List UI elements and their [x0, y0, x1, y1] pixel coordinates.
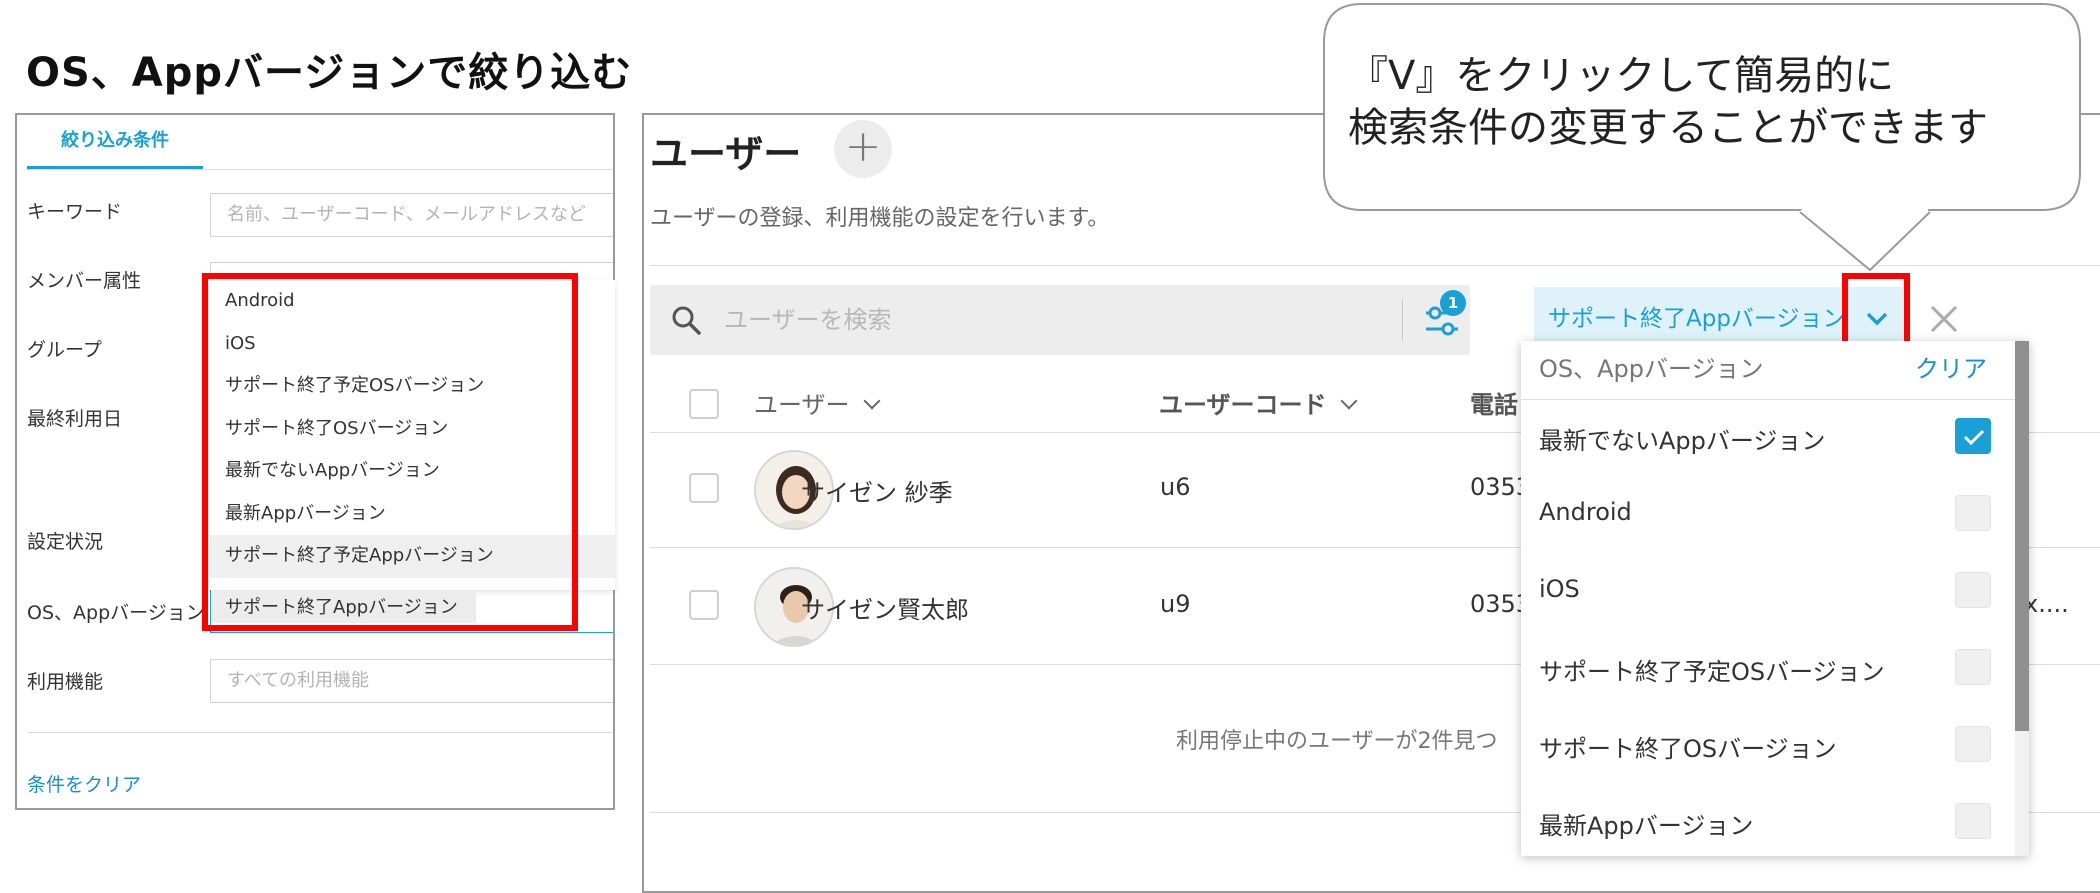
checkbox[interactable]	[1955, 649, 1991, 685]
add-user-button[interactable]: +	[834, 120, 892, 178]
popover-divider	[1521, 399, 2029, 400]
search-icon	[672, 306, 701, 335]
callout-text: 『V』をクリックして簡易的に 検索条件の変更することができます	[1348, 50, 1988, 154]
popover-option-os-eol[interactable]: サポート終了OSバージョン	[1539, 729, 1837, 764]
search-separator	[1402, 299, 1403, 341]
user-code: u6	[1160, 473, 1191, 501]
column-header-user[interactable]: ユーザー	[754, 385, 881, 420]
popover-option-app-latest[interactable]: 最新Appバージョン	[1539, 806, 1753, 841]
check-icon	[1963, 429, 1985, 446]
user-name[interactable]: サイゼン 紗季	[801, 473, 953, 508]
popover-option-android[interactable]: Android	[1539, 498, 1632, 526]
user-extra: x....	[2024, 590, 2069, 618]
popover-title: OS、Appバージョン	[1539, 355, 1764, 383]
member-attribute-label: メンバー属性	[27, 270, 142, 292]
checkbox[interactable]	[1955, 803, 1991, 839]
column-header-phone[interactable]: 電話	[1470, 385, 1518, 420]
select-all-checkbox[interactable]	[689, 389, 719, 419]
user-description: ユーザーの登録、利用機能の設定を行います。	[650, 206, 1110, 231]
popover-option-ios[interactable]: iOS	[1539, 575, 1580, 603]
last-used-label: 最終利用日	[27, 408, 123, 430]
checkbox-checked[interactable]	[1955, 418, 1991, 454]
popover-clear-button[interactable]: クリア	[1915, 341, 1987, 399]
column-user-label: ユーザー	[754, 391, 850, 419]
row-checkbox[interactable]	[689, 590, 719, 620]
popover-option-app-not-latest[interactable]: 最新でないAppバージョン	[1539, 421, 1825, 456]
row-checkbox[interactable]	[689, 473, 719, 503]
os-version-popover: OS、Appバージョン クリア 最新でないAppバージョン Android iO…	[1521, 341, 2029, 856]
chevron-down-icon	[863, 392, 881, 410]
callout-line-2: 検索条件の変更することができます	[1348, 105, 1988, 151]
user-search-box[interactable]: ユーザーを検索 1	[650, 285, 1470, 355]
search-placeholder: ユーザーを検索	[724, 306, 892, 334]
keyword-label: キーワード	[27, 201, 123, 223]
clear-conditions-link[interactable]: 条件をクリア	[27, 770, 141, 797]
tab-filter-conditions[interactable]: 絞り込み条件	[27, 115, 203, 169]
group-label: グループ	[27, 339, 102, 361]
popover-option-os-eol-planned[interactable]: サポート終了予定OSバージョン	[1539, 652, 1885, 687]
feature-input[interactable]: すべての利用機能	[210, 659, 613, 703]
stopped-users-notice[interactable]: 利用停止中のユーザーが2件見つ	[1176, 723, 1498, 755]
user-title: ユーザー	[650, 132, 802, 176]
user-code: u9	[1160, 590, 1191, 618]
filter-divider	[27, 732, 613, 733]
setting-status-label: 設定状況	[27, 531, 104, 553]
tab-underline	[27, 169, 613, 170]
page-heading: OS、Appバージョンで絞り込む	[26, 50, 633, 96]
column-header-code[interactable]: ユーザーコード	[1159, 385, 1358, 420]
callout-line-1: 『V』をクリックして簡易的に	[1348, 53, 1895, 99]
chevron-down-icon	[1340, 392, 1358, 410]
scrollbar-thumb[interactable]	[2015, 341, 2029, 731]
os-version-label: OS、Appバージョン	[27, 602, 205, 624]
feature-label: 利用機能	[27, 671, 104, 693]
checkbox[interactable]	[1955, 726, 1991, 762]
callout-pointer	[1799, 204, 1931, 272]
column-code-label: ユーザーコード	[1159, 391, 1327, 419]
popover-scrollbar[interactable]	[2015, 341, 2029, 856]
checkbox[interactable]	[1955, 495, 1991, 531]
checkbox[interactable]	[1955, 572, 1991, 608]
user-name[interactable]: サイゼン賢太郎	[801, 590, 969, 625]
close-icon[interactable]	[1920, 295, 1968, 343]
dropdown-highlight-box	[202, 273, 578, 631]
filter-count-badge: 1	[1440, 290, 1466, 316]
keyword-input[interactable]: 名前、ユーザーコード、メールアドレスなど	[210, 193, 613, 237]
